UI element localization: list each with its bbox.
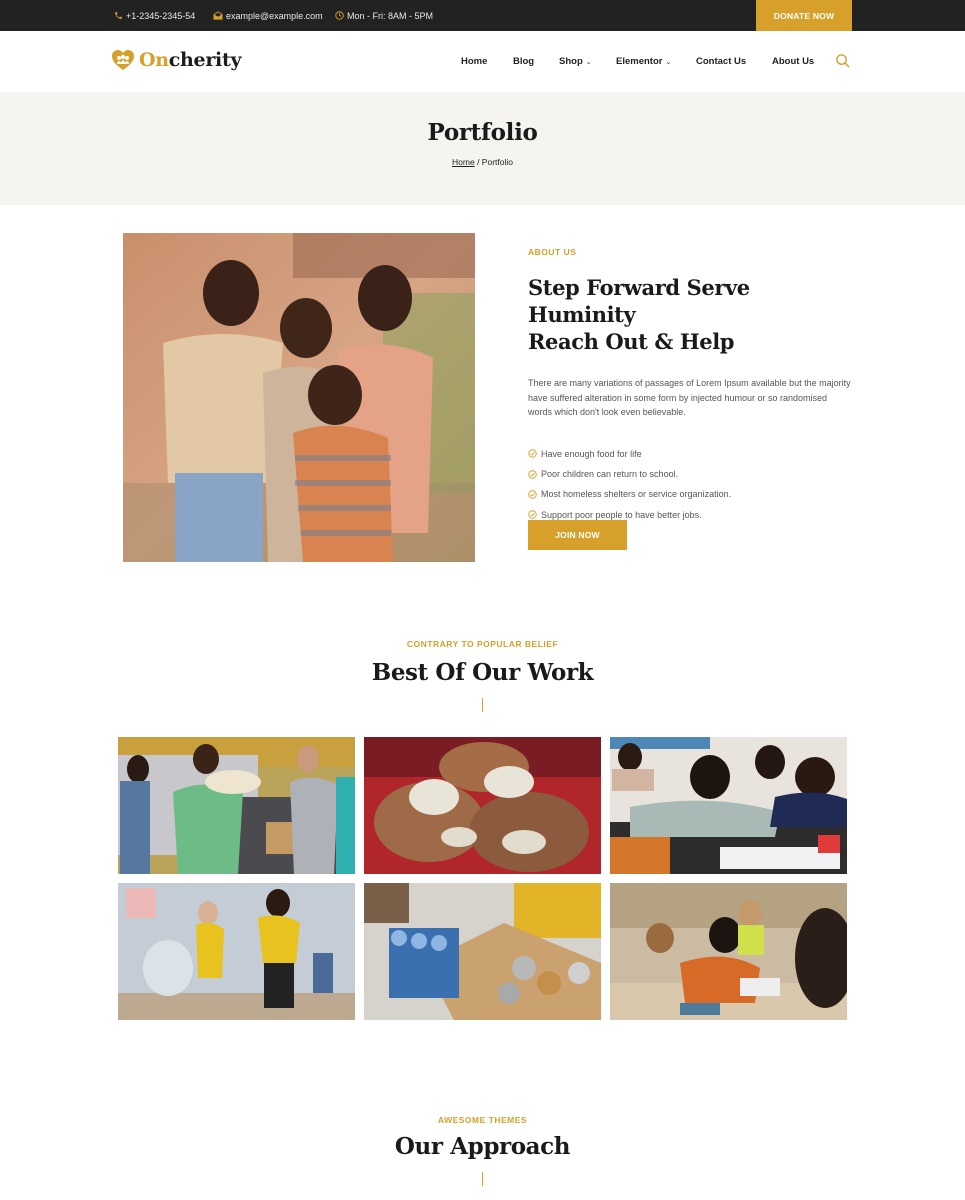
check-circle-icon [528,449,537,458]
work-eyebrow: CONTRARY TO POPULAR BELIEF [406,639,559,649]
chevron-down-icon: ⌄ [585,58,592,66]
nav-home[interactable]: Home [461,56,487,67]
nav-blog[interactable]: Blog [513,56,534,67]
gallery-item-cleanup[interactable] [118,883,355,1020]
checklist-item: Most homeless shelters or service organi… [528,484,858,504]
top-bar: +1-2345-2345-54 example@example.com Mon … [0,0,965,31]
email-info: example@example.com [213,0,323,31]
about-title: Step Forward Serve Huminity Reach Out & H… [528,275,750,354]
main-navigation: Home Blog Shop ⌄ Elementor ⌄ Contact Us Ab… [0,31,965,92]
work-title: Best Of Our Work [371,659,594,686]
check-circle-icon [528,510,537,520]
envelope-open-icon [213,11,223,20]
about-content: ABOUT US Step Forward Serve Huminity Reac… [528,247,858,525]
donate-now-button[interactable]: DONATE NOW [756,0,852,31]
gallery-item-classroom[interactable] [610,737,847,874]
check-circle-icon [528,490,537,499]
search-button[interactable] [835,53,851,69]
chevron-down-icon: ⌄ [665,58,672,66]
breadcrumb-home-link[interactable]: Home [452,157,475,167]
about-description: There are many variations of passages of… [528,378,851,417]
gallery-item-food-box[interactable] [364,883,601,1020]
search-icon [836,54,850,68]
work-section-heading: CONTRARY TO POPULAR BELIEF Best Of Our W… [0,639,965,712]
join-now-button[interactable]: JOIN NOW [528,520,627,550]
checklist-item: Poor children can return to school. [528,464,858,484]
section-divider [482,1172,483,1186]
gallery-item-volunteers[interactable] [118,737,355,874]
office-hours: Mon - Fri: 8AM - 5PM [347,10,434,21]
gallery-item-children-desks[interactable] [610,883,847,1020]
checklist-item: Have enough food for life [528,444,858,464]
benefit-checklist: Have enough food for life Poor children … [528,444,858,526]
breadcrumb-current: Portfolio [481,157,513,167]
section-divider [482,698,483,712]
about-image [123,233,475,562]
phone-icon [114,11,123,20]
nav-contact-us[interactable]: Contact Us [696,56,746,67]
approach-eyebrow: AWESOME THEMES [437,1115,528,1125]
email-address[interactable]: example@example.com [226,11,323,21]
page-banner: Portfolio Home / Portfolio [0,92,965,205]
phone-number[interactable]: +1-2345-2345-54 [126,11,195,21]
approach-section-heading: AWESOME THEMES Our Approach [0,1115,965,1186]
hours-info: Mon - Fri: 8AM - 5PM [335,0,433,31]
breadcrumb: Home / Portfolio [0,157,965,167]
nav-about-us[interactable]: About Us [772,56,814,67]
check-circle-icon [528,469,537,479]
phone-info: +1-2345-2345-54 [114,0,195,31]
page-title: Portfolio [427,119,538,146]
nav-shop[interactable]: Shop ⌄ [559,56,592,67]
site-header: Oncherity Home Blog Shop ⌄ Elementor ⌄ Con… [0,31,965,92]
approach-title: Our Approach [394,1133,571,1160]
gallery-item-rice-hands[interactable] [364,737,601,874]
breadcrumb-separator: / [474,157,482,167]
clock-icon [335,11,344,20]
about-eyebrow: ABOUT US [528,247,577,257]
nav-elementor[interactable]: Elementor ⌄ [616,56,671,67]
